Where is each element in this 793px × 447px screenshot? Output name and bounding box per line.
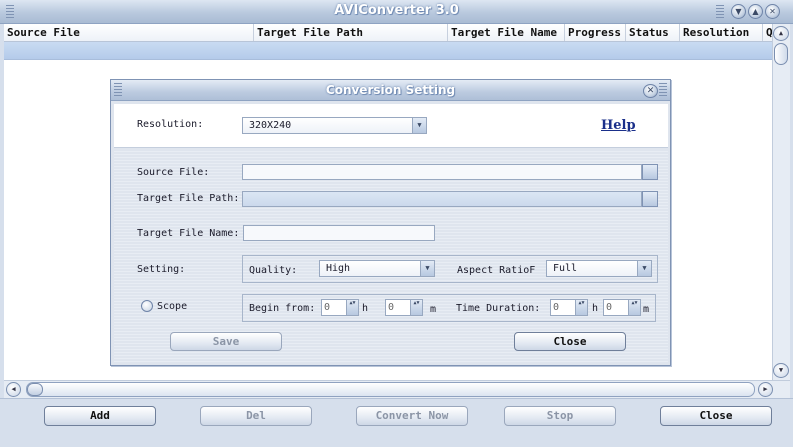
del-button[interactable]: Del xyxy=(200,406,312,426)
begin-from-label: Begin from: xyxy=(249,303,316,314)
chevron-down-icon[interactable]: ▼ xyxy=(412,118,426,133)
column-quality[interactable]: Q xyxy=(763,24,772,41)
begin-hours-value: 0 xyxy=(324,302,331,313)
target-file-path-field[interactable] xyxy=(242,191,642,207)
horizontal-scroll-thumb[interactable] xyxy=(27,383,43,396)
aspect-ratio-select[interactable]: Full ▼ xyxy=(546,260,652,277)
duration-minutes-stepper[interactable]: 0 ▲▼ xyxy=(603,299,641,316)
stepper-arrows-icon[interactable]: ▲▼ xyxy=(628,300,640,315)
stepper-arrows-icon[interactable]: ▲▼ xyxy=(575,300,587,315)
window-title: AVIConverter 3.0 xyxy=(334,3,459,18)
scroll-right-icon[interactable]: ▶ xyxy=(758,382,773,397)
convert-now-button[interactable]: Convert Now xyxy=(356,406,468,426)
chevron-down-icon[interactable]: ▼ xyxy=(637,261,651,276)
column-resolution[interactable]: Resolution xyxy=(680,24,763,41)
aspect-ratio-label: Aspect RatioF xyxy=(457,265,536,276)
target-file-path-label: Target File Path: xyxy=(137,193,240,204)
maximize-button[interactable]: ▲ xyxy=(748,4,763,19)
table-row-selected[interactable] xyxy=(4,42,772,60)
begin-minutes-stepper[interactable]: 0 ▲▼ xyxy=(385,299,423,316)
resolution-label: Resolution: xyxy=(137,119,204,130)
dialog-close-icon[interactable]: ✕ xyxy=(643,84,658,98)
begin-minutes-unit: m xyxy=(430,304,437,315)
duration-hours-unit: h xyxy=(592,303,599,314)
column-source-file[interactable]: Source File xyxy=(4,24,254,41)
quality-select[interactable]: High ▼ xyxy=(319,260,435,277)
dialog-title: Conversion Setting xyxy=(325,83,456,97)
quality-label: Quality: xyxy=(249,265,298,276)
begin-minutes-value: 0 xyxy=(388,302,395,313)
stepper-arrows-icon[interactable]: ▲▼ xyxy=(410,300,422,315)
horizontal-scroll-track[interactable] xyxy=(26,382,755,397)
time-duration-label: Time Duration: xyxy=(456,303,541,314)
begin-hours-stepper[interactable]: 0 ▲▼ xyxy=(321,299,359,316)
scroll-down-icon[interactable]: ▼ xyxy=(773,363,789,378)
column-progress[interactable]: Progress xyxy=(565,24,626,41)
vertical-scrollbar[interactable] xyxy=(772,24,790,380)
column-target-file-name[interactable]: Target File Name xyxy=(448,24,565,41)
source-file-label: Source File: xyxy=(137,167,210,178)
scroll-up-icon[interactable]: ▲ xyxy=(773,26,789,41)
quality-value: High xyxy=(326,263,351,274)
help-link[interactable]: Help xyxy=(601,118,636,133)
scroll-left-icon[interactable]: ◀ xyxy=(6,382,21,397)
source-file-field[interactable] xyxy=(242,164,642,180)
stop-button[interactable]: Stop xyxy=(504,406,616,426)
browse-target-path-button[interactable] xyxy=(642,191,658,207)
resolution-select[interactable]: 320X240 ▼ xyxy=(242,117,427,134)
scope-label: Scope xyxy=(157,301,188,312)
browse-source-button[interactable] xyxy=(642,164,658,180)
stepper-arrows-icon[interactable]: ▲▼ xyxy=(346,300,358,315)
resolution-value: 320X240 xyxy=(249,120,292,131)
duration-hours-value: 0 xyxy=(553,302,560,313)
file-table-header: Source File Target File Path Target File… xyxy=(4,24,772,42)
close-window-button[interactable]: ✕ xyxy=(765,4,780,19)
setting-label: Setting: xyxy=(137,264,186,275)
duration-minutes-unit: m xyxy=(643,304,650,315)
target-file-name-field[interactable] xyxy=(243,225,435,241)
close-button[interactable]: Close xyxy=(660,406,772,426)
minimize-button[interactable]: ▼ xyxy=(731,4,746,19)
save-button[interactable]: Save xyxy=(170,332,282,351)
dialog-close-button[interactable]: Close xyxy=(514,332,626,351)
aspect-ratio-value: Full xyxy=(553,263,578,274)
column-target-file-path[interactable]: Target File Path xyxy=(254,24,448,41)
add-button[interactable]: Add xyxy=(44,406,156,426)
target-file-name-label: Target File Name: xyxy=(137,228,240,239)
chevron-down-icon[interactable]: ▼ xyxy=(420,261,434,276)
duration-minutes-value: 0 xyxy=(606,302,613,313)
vertical-scroll-thumb[interactable] xyxy=(774,43,788,65)
scope-checkbox[interactable] xyxy=(141,300,153,312)
duration-hours-stepper[interactable]: 0 ▲▼ xyxy=(550,299,588,316)
column-status[interactable]: Status xyxy=(626,24,680,41)
begin-hours-unit: h xyxy=(362,303,369,314)
